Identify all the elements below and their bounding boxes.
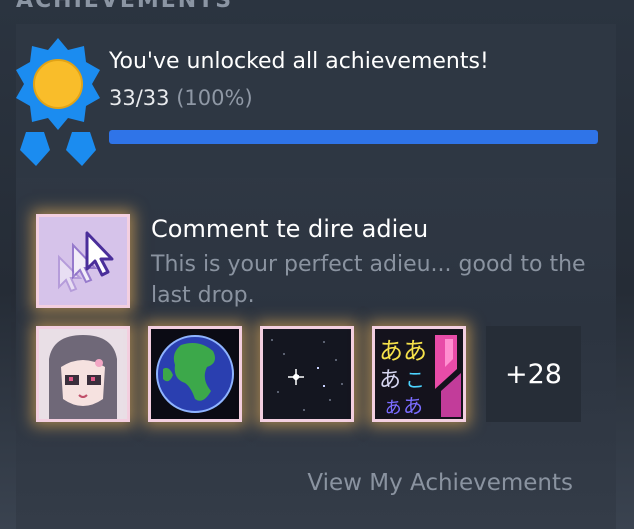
cursor-icon [39,217,127,305]
achievement-badge-icon [16,38,100,166]
view-my-achievements-link[interactable]: View My Achievements [307,470,573,496]
achievement-thumbnail[interactable] [148,326,242,422]
progress-bar [109,130,598,144]
svg-text:ぁあ: ぁあ [383,394,423,418]
achievement-thumbnails: ああ あ こ ぁあ +28 [36,326,596,422]
achievement-thumbnail[interactable] [260,326,354,422]
japanese-text-icon: ああ あ こ ぁあ [375,329,463,419]
featured-achievement-description: This is your perfect adieu... good to th… [151,252,586,308]
achievements-card: You've unlocked all achievements! 33/33 … [16,24,616,529]
count-value: 33/33 [109,86,170,110]
featured-achievement-name: Comment te dire adieu [151,215,429,243]
more-achievements-count[interactable]: +28 [486,326,581,422]
achievement-thumbnail[interactable] [36,326,130,422]
svg-text:ああ: ああ [379,337,427,365]
progress-fill [109,130,598,144]
summary-count: 33/33 (100%) [109,86,253,110]
stars-icon [263,329,351,419]
earth-icon [151,329,239,419]
anime-girl-icon [39,329,127,419]
featured-achievement-icon[interactable] [36,214,130,308]
section-title: ACHIEVEMENTS [16,0,234,13]
count-percent: (100%) [176,86,253,110]
summary-title: You've unlocked all achievements! [109,49,489,74]
svg-text:こ: こ [405,368,425,392]
achievements-summary: You've unlocked all achievements! 33/33 … [16,24,616,178]
achievement-thumbnail[interactable]: ああ あ こ ぁあ [372,326,466,422]
svg-text:あ: あ [379,368,401,393]
